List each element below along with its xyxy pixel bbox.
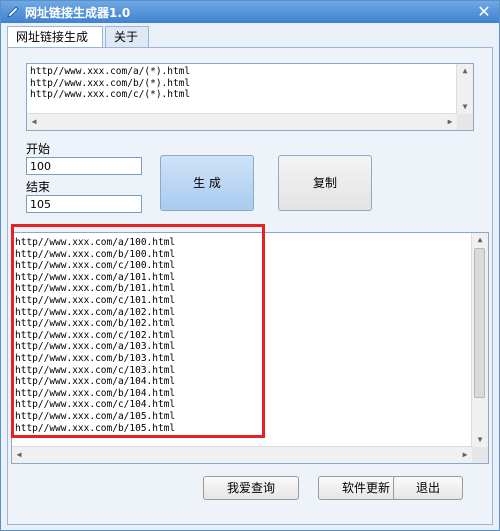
scroll-down-arrow-icon[interactable]: ▼ xyxy=(473,433,487,447)
copy-button[interactable]: 复制 xyxy=(278,155,372,211)
close-icon[interactable]: ✕ xyxy=(475,3,493,21)
query-button[interactable]: 我爱查询 xyxy=(203,476,299,500)
results-horizontal-scrollbar[interactable]: ◀ ▶ xyxy=(12,446,472,463)
result-line: http//www.xxx.com/b/104.html xyxy=(15,387,176,399)
start-label: 开始 xyxy=(26,142,51,156)
result-line: http//www.xxx.com/c/101.html xyxy=(15,294,176,306)
scroll-down-arrow-icon[interactable]: ▼ xyxy=(458,100,472,114)
template-line: http//www.xxx.com/b/(*).html xyxy=(30,77,191,89)
template-textarea[interactable]: http//www.xxx.com/a/(*).html http//www.x… xyxy=(26,63,474,131)
results-textarea[interactable]: http//www.xxx.com/a/100.html http//www.x… xyxy=(11,232,489,464)
template-vertical-scrollbar[interactable]: ▲ ▼ xyxy=(456,64,473,114)
results-scroll-thumb[interactable] xyxy=(474,248,485,398)
result-line: http//www.xxx.com/c/100.html xyxy=(15,260,176,272)
app-window: 网址链接生成器1.0 ✕ 网址链接生成器 关于 http//www.xxx.co… xyxy=(0,0,500,531)
tab-about[interactable]: 关于 xyxy=(105,26,149,47)
results-lines: http//www.xxx.com/a/100.html http//www.x… xyxy=(15,237,471,434)
pencil-icon xyxy=(7,6,19,18)
result-line: http//www.xxx.com/b/100.html xyxy=(15,248,176,260)
result-line: http//www.xxx.com/a/102.html xyxy=(15,306,176,318)
result-line: http//www.xxx.com/b/105.html xyxy=(15,422,176,434)
scroll-up-arrow-icon[interactable]: ▲ xyxy=(473,233,487,247)
template-horizontal-scrollbar[interactable]: ◀ ▶ xyxy=(27,113,457,130)
end-input[interactable] xyxy=(26,195,142,213)
generator-panel: http//www.xxx.com/a/(*).html http//www.x… xyxy=(7,47,493,525)
result-line: http//www.xxx.com/a/100.html xyxy=(15,237,176,248)
result-line: http//www.xxx.com/a/104.html xyxy=(15,376,176,388)
scroll-up-arrow-icon[interactable]: ▲ xyxy=(458,64,472,78)
start-input[interactable] xyxy=(26,157,142,175)
template-lines: http//www.xxx.com/a/(*).html http//www.x… xyxy=(30,66,456,101)
generate-button[interactable]: 生 成 xyxy=(160,155,254,211)
template-line: http//www.xxx.com/a/(*).html xyxy=(30,66,191,77)
tab-generator[interactable]: 网址链接生成器 xyxy=(7,26,103,64)
result-line: http//www.xxx.com/a/101.html xyxy=(15,271,176,283)
window-title: 网址链接生成器1.0 xyxy=(25,6,131,20)
scroll-left-arrow-icon[interactable]: ◀ xyxy=(27,115,41,129)
result-line: http//www.xxx.com/b/103.html xyxy=(15,352,176,364)
result-line: http//www.xxx.com/b/101.html xyxy=(15,283,176,295)
template-line: http//www.xxx.com/c/(*).html xyxy=(30,89,191,101)
scrollbar-corner xyxy=(457,114,473,130)
scroll-right-arrow-icon[interactable]: ▶ xyxy=(443,115,457,129)
result-line: http//www.xxx.com/a/103.html xyxy=(15,341,176,353)
results-vertical-scrollbar[interactable]: ▲ ▼ xyxy=(471,233,488,447)
result-line: http//www.xxx.com/c/102.html xyxy=(15,329,176,341)
scroll-right-arrow-icon[interactable]: ▶ xyxy=(458,448,472,462)
result-line: http//www.xxx.com/c/104.html xyxy=(15,399,176,411)
result-line: http//www.xxx.com/a/105.html xyxy=(15,410,176,422)
end-label: 结束 xyxy=(26,180,51,194)
result-line: http//www.xxx.com/c/103.html xyxy=(15,364,176,376)
title-bar: 网址链接生成器1.0 ✕ xyxy=(1,1,499,23)
exit-button[interactable]: 退出 xyxy=(393,476,463,500)
result-line: http//www.xxx.com/b/102.html xyxy=(15,318,176,330)
scrollbar-corner xyxy=(472,447,488,463)
scroll-left-arrow-icon[interactable]: ◀ xyxy=(12,448,26,462)
